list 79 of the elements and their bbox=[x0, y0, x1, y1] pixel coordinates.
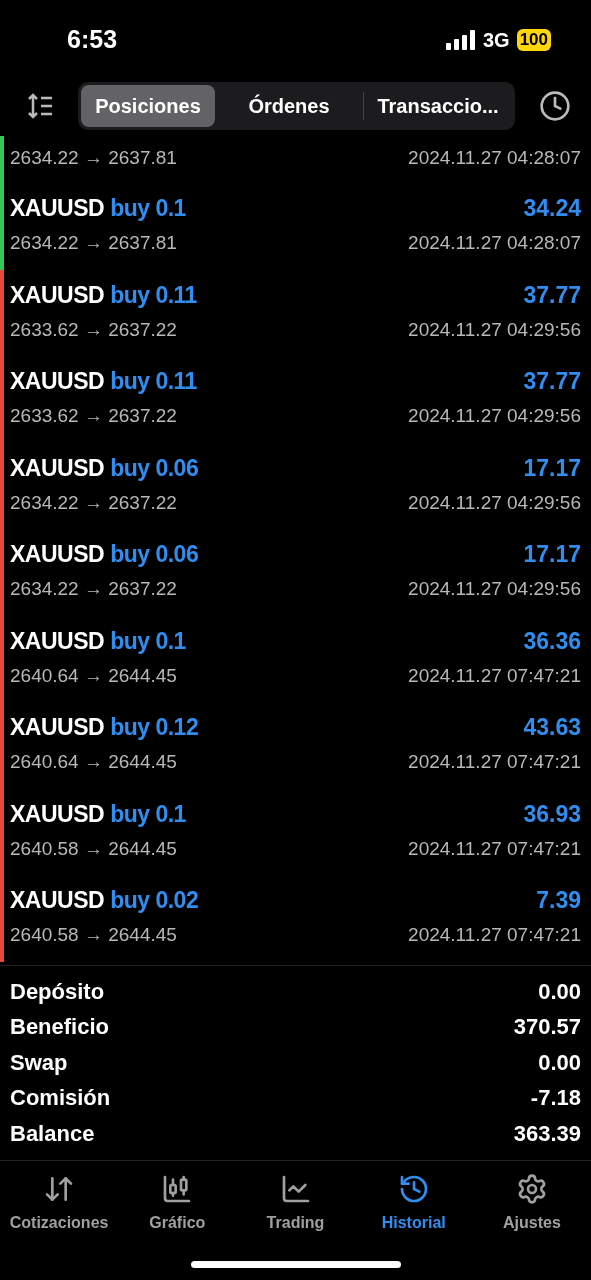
price-range: 2634.22 → 2637.81 bbox=[10, 146, 177, 170]
trade-symbol: XAUUSD bbox=[10, 713, 105, 742]
trade-side: buy 0.1 bbox=[110, 194, 186, 223]
trade-time: 2024.11.27 07:47:21 bbox=[408, 836, 581, 861]
segment-tab[interactable]: Posiciones bbox=[81, 85, 215, 127]
trade-row[interactable]: XAUUSD buy 0.11 37.77 2633.62 → 2637.22 2024.11.27 04:29:56 bbox=[0, 269, 591, 356]
trade-symbol: XAUUSD bbox=[10, 886, 105, 915]
price-range: 2640.58 → 2644.45 bbox=[10, 836, 177, 861]
price-range: 2640.64 → 2644.45 bbox=[10, 750, 177, 774]
nav-tab[interactable]: Trading bbox=[236, 1173, 355, 1235]
trade-time: 2024.11.27 04:29:56 bbox=[408, 317, 581, 342]
summary-value: 0.00 bbox=[538, 1048, 581, 1077]
trade-row[interactable]: XAUUSD buy 0.06 17.17 2634.22 → 2637.22 2024.11.27 04:29:56 bbox=[0, 442, 591, 529]
summary-label: Swap bbox=[10, 1048, 68, 1077]
trade-time: 2024.11.27 04:28:07 bbox=[408, 231, 581, 255]
trade-side: buy 0.1 bbox=[110, 799, 186, 829]
trade-side: buy 0.06 bbox=[110, 540, 199, 569]
trade-row[interactable]: XAUUSD buy 0.12 43.63 2640.64 → 2644.45 2024.11.27 07:47:21 bbox=[0, 702, 591, 789]
battery-level: 100 bbox=[516, 29, 551, 51]
trade-profit: 17.17 bbox=[523, 453, 581, 483]
trade-side: buy 0.1 bbox=[110, 626, 186, 656]
trade-time: 2024.11.27 04:28:07 bbox=[408, 146, 581, 170]
price-range: 2634.22 → 2637.22 bbox=[10, 490, 177, 515]
price-range: 2634.22 → 2637.22 bbox=[10, 577, 177, 601]
trade-side: buy 0.12 bbox=[110, 713, 199, 742]
trade-symbol: XAUUSD bbox=[10, 280, 105, 310]
summary-value: 0.00 bbox=[538, 977, 581, 1006]
summary-value: -7.18 bbox=[530, 1084, 581, 1113]
price-range: 2634.22 → 2637.81 bbox=[10, 231, 177, 255]
trade-time: 2024.11.27 07:47:21 bbox=[408, 750, 581, 774]
price-range: 2640.58 → 2644.45 bbox=[10, 923, 177, 947]
trade-profit: 36.36 bbox=[523, 626, 581, 656]
summary-value: 363.39 bbox=[513, 1119, 581, 1148]
segment-tab[interactable]: Transaccio... bbox=[364, 85, 512, 127]
trade-row[interactable]: XAUUSD buy 0.02 7.39 2640.58 → 2644.45 2024.11.27 07:47:21 bbox=[0, 875, 591, 962]
trade-side: buy 0.11 bbox=[110, 280, 197, 310]
trade-time: 2024.11.27 04:29:56 bbox=[408, 577, 581, 601]
nav-tab[interactable]: Cotizaciones bbox=[0, 1173, 119, 1235]
trade-row[interactable]: XAUUSD buy 0.11 37.77 2633.62 → 2637.22 2024.11.27 04:29:56 bbox=[0, 356, 591, 443]
clock-time: 6:53 bbox=[67, 24, 118, 56]
trade-row[interactable]: XAUUSD buy 0.1 36.36 2640.64 → 2644.45 2024.11.27 07:47:21 bbox=[0, 615, 591, 702]
trade-symbol: XAUUSD bbox=[10, 626, 105, 656]
trade-symbol: XAUUSD bbox=[10, 194, 105, 223]
trade-profit: 43.63 bbox=[523, 713, 581, 742]
summary-label: Beneficio bbox=[10, 1013, 110, 1042]
nav-tab[interactable]: Gráfico bbox=[118, 1173, 237, 1235]
trade-profit: 7.39 bbox=[536, 886, 581, 915]
nav-tab[interactable]: Historial bbox=[354, 1173, 473, 1235]
trade-profit: 37.77 bbox=[523, 367, 581, 396]
trade-profit: 37.77 bbox=[523, 280, 581, 310]
trade-side: buy 0.06 bbox=[110, 453, 199, 483]
segment-tab[interactable]: Órdenes bbox=[215, 85, 363, 127]
summary-value: 370.57 bbox=[513, 1013, 581, 1042]
summary-label: Depósito bbox=[10, 977, 105, 1006]
price-range: 2633.62 → 2637.22 bbox=[10, 317, 177, 342]
trade-time: 2024.11.27 04:29:56 bbox=[408, 490, 581, 515]
trade-time: 2024.11.27 07:47:21 bbox=[408, 663, 581, 688]
trade-profit: 36.93 bbox=[523, 799, 581, 829]
trade-row[interactable]: XAUUSD buy 0.1 36.93 2640.58 → 2644.45 2024.11.27 07:47:21 bbox=[0, 788, 591, 875]
trade-profit: 17.17 bbox=[523, 540, 581, 569]
trade-profit: 34.24 bbox=[523, 194, 581, 223]
trade-time: 2024.11.27 04:29:56 bbox=[408, 404, 581, 428]
trade-row[interactable]: XAUUSD buy 0.1 34.24 2634.22 → 2637.81 2024.11.27 04:28:07 bbox=[0, 183, 591, 270]
clock-icon[interactable] bbox=[539, 90, 571, 122]
summary-label: Balance bbox=[10, 1119, 95, 1148]
trade-symbol: XAUUSD bbox=[10, 367, 105, 396]
trade-time: 2024.11.27 07:47:21 bbox=[408, 923, 581, 947]
price-range: 2633.62 → 2637.22 bbox=[10, 404, 177, 428]
summary-label: Comisión bbox=[10, 1084, 111, 1113]
network-type: 3G bbox=[482, 28, 510, 53]
trade-symbol: XAUUSD bbox=[10, 540, 105, 569]
trade-symbol: XAUUSD bbox=[10, 799, 105, 829]
trade-side: buy 0.02 bbox=[110, 886, 199, 915]
signal-icon bbox=[445, 30, 476, 50]
price-range: 2640.64 → 2644.45 bbox=[10, 663, 177, 688]
trade-row[interactable]: XAUUSD buy 0.06 17.17 2634.22 → 2637.22 2024.11.27 04:29:56 bbox=[0, 529, 591, 616]
trade-symbol: XAUUSD bbox=[10, 453, 105, 483]
trade-side: buy 0.11 bbox=[110, 367, 197, 396]
nav-tab[interactable]: Ajustes bbox=[472, 1173, 591, 1235]
